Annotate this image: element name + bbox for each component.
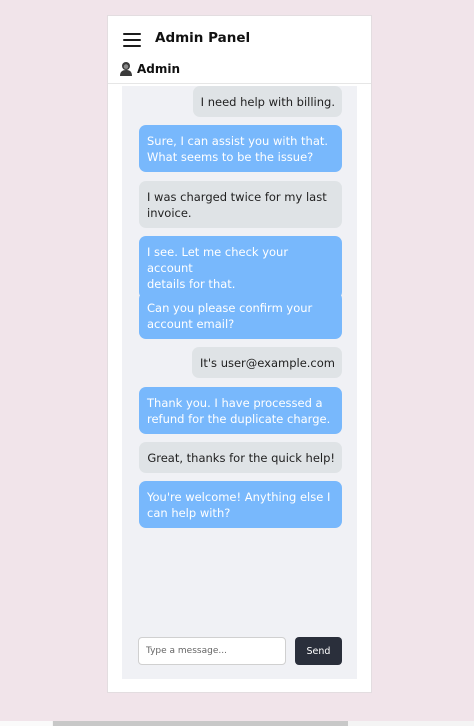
message-line: I need help with billing.: [200, 95, 335, 109]
message-user: Great, thanks for the quick help!: [139, 442, 342, 473]
message-line: I was charged twice for my last: [147, 190, 327, 204]
page-title: Admin Panel: [155, 30, 251, 46]
message-list: I need help with billing. Sure, I can as…: [122, 86, 357, 679]
chat-window: Admin Panel Admin I need help with billi…: [107, 15, 372, 693]
user-info: Admin: [119, 60, 180, 78]
message-line: Sure, I can assist you with that.: [147, 134, 329, 148]
header: Admin Panel Admin: [108, 16, 371, 84]
message-user: It's user@example.com: [191, 347, 342, 378]
message-composer: Send: [138, 637, 342, 665]
user-avatar-icon: [120, 62, 132, 76]
user-name: Admin: [137, 62, 181, 76]
message-line: You're welcome! Anything else I: [147, 490, 331, 504]
message-line: It's user@example.com: [199, 356, 335, 370]
message-line: I see. Let me check your account: [147, 245, 289, 275]
horizontal-scrollbar[interactable]: [0, 721, 474, 726]
message-agent: I see. Let me check your account details…: [139, 236, 342, 299]
message-user: I was charged twice for my last invoice.: [139, 181, 342, 228]
message-line: details for that.: [147, 277, 236, 291]
message-line: Thank you. I have processed a: [147, 396, 323, 410]
message-agent: You're welcome! Anything else I can help…: [139, 481, 342, 528]
message-line: can help with?: [147, 506, 231, 520]
message-agent: Thank you. I have processed a refund for…: [139, 387, 342, 434]
scrollbar-thumb[interactable]: [53, 721, 348, 726]
hamburger-menu-icon[interactable]: [123, 31, 143, 49]
send-button[interactable]: Send: [295, 637, 342, 665]
message-line: account email?: [147, 317, 235, 331]
scrollbar-track: [0, 721, 52, 726]
message-line: Great, thanks for the quick help!: [147, 451, 335, 465]
message-input[interactable]: [138, 637, 286, 665]
message-agent: Can you please confirm your account emai…: [139, 292, 342, 339]
message-line: refund for the duplicate charge.: [147, 412, 331, 426]
message-agent: Sure, I can assist you with that. What s…: [139, 125, 342, 172]
message-line: What seems to be the issue?: [147, 150, 314, 164]
message-user: I need help with billing.: [192, 86, 342, 117]
message-line: Can you please confirm your: [147, 301, 313, 315]
message-line: invoice.: [147, 206, 192, 220]
